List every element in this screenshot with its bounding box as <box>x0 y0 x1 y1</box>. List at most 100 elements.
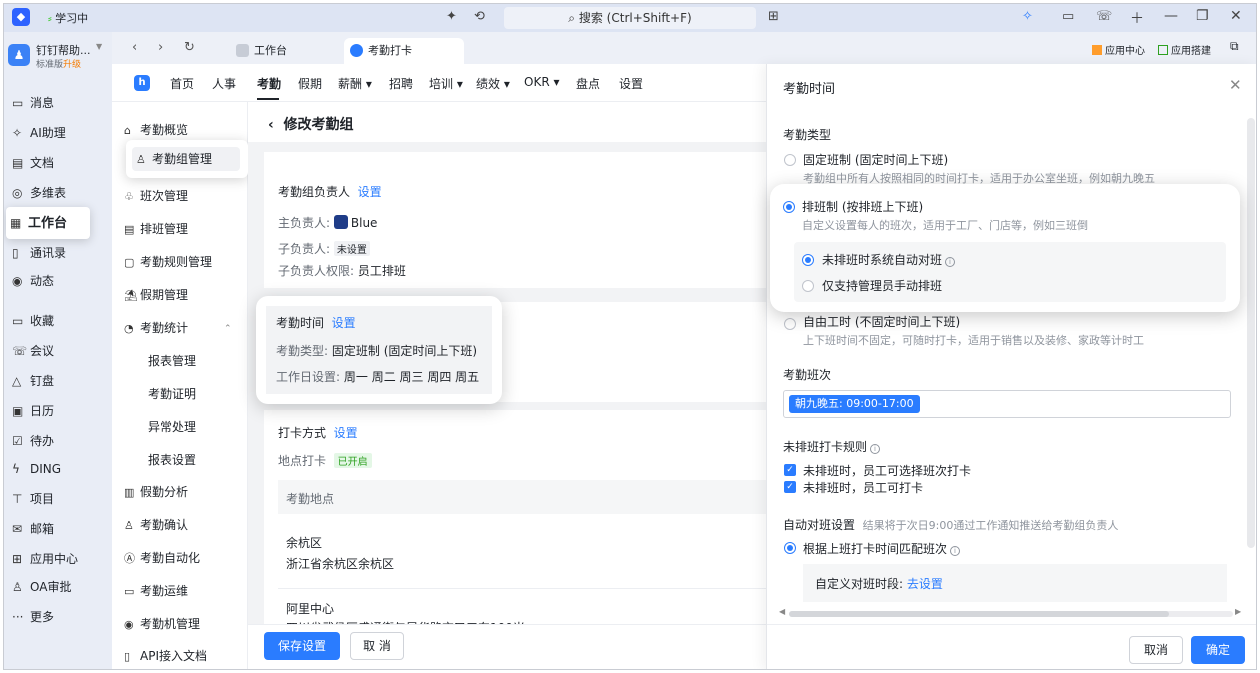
sidebar-item-favorite[interactable]: ▭ 收藏 <box>8 308 108 334</box>
left-sidebar: ♟ 钉钉帮助... ▼ 标准版升级 ▭ 消息 ✧ AI助理 ▤ 文档 ◎ 多维表 ▦ 工作台 ▯ 通讯… <box>4 32 112 669</box>
phone-icon[interactable]: ☏ <box>1096 9 1112 24</box>
submenu-item[interactable]: ▢ 考勤规则管理 <box>124 250 244 274</box>
module-tab[interactable]: 招聘 <box>389 75 413 92</box>
back-icon[interactable]: ‹ <box>132 40 137 55</box>
close-window-button[interactable]: ✕ <box>1230 8 1242 24</box>
dingtalk-logo-icon[interactable]: ◆ <box>12 8 30 26</box>
page-title[interactable]: ‹ 修改考勤组 <box>268 114 354 134</box>
drawer-scrollbar-horizontal[interactable]: ◀ ▶ <box>779 607 1243 618</box>
submenu-item[interactable]: ◉ 考勤机管理 <box>124 612 244 636</box>
close-icon[interactable]: ✕ <box>1229 76 1242 94</box>
app-center-link[interactable]: 应用中心 <box>1092 42 1145 57</box>
auto-shift-radio[interactable] <box>802 254 814 266</box>
sidebar-item-contacts[interactable]: ▯ 通讯录 <box>8 240 108 266</box>
sidebar-item-meeting[interactable]: ☏ 会议 <box>8 338 108 364</box>
sidebar-item-mail[interactable]: ✉ 邮箱 <box>8 516 108 542</box>
module-tab[interactable]: 考勤 <box>257 75 281 92</box>
drawer-confirm-button[interactable]: 确定 <box>1191 636 1245 664</box>
upgrade-link[interactable]: 升级 <box>63 60 81 70</box>
refresh-icon[interactable]: ↻ <box>184 40 195 55</box>
sidebar-item-activity[interactable]: ◉ 动态 <box>8 268 108 294</box>
sidebar-item-ding[interactable]: ϟ DING <box>8 456 108 482</box>
submenu-item[interactable]: ♧ 班次管理 <box>124 184 244 208</box>
submenu-item-label: 考勤证明 <box>148 387 197 401</box>
sidebar-item-project[interactable]: ⊤ 项目 <box>8 486 108 512</box>
module-tab[interactable]: 设置 <box>619 75 643 92</box>
module-tab[interactable]: 假期 <box>298 75 322 92</box>
scroll-right-icon[interactable]: ▶ <box>1235 607 1241 616</box>
org-switcher[interactable]: ♟ 钉钉帮助... ▼ 标准版升级 <box>8 42 108 72</box>
module-tab[interactable]: 首页 <box>170 75 194 92</box>
schedule-radio[interactable] <box>783 201 795 213</box>
sidebar-item-apps[interactable]: ⊞ 应用中心 <box>8 546 108 572</box>
owner-set-link[interactable]: 设置 <box>358 185 382 199</box>
shift-select[interactable]: 朝九晚五: 09:00-17:00 <box>783 390 1231 418</box>
sidebar-item-disk[interactable]: △ 钉盘 <box>8 368 108 394</box>
sidebar-item-message[interactable]: ▭ 消息 <box>8 90 108 116</box>
info-icon[interactable]: i <box>945 257 956 267</box>
screen-icon[interactable]: ▭ <box>1062 9 1074 24</box>
avatar <box>333 215 348 229</box>
info-icon[interactable]: i <box>870 444 881 454</box>
scroll-left-icon[interactable]: ◀ <box>779 607 785 616</box>
history-icon[interactable]: ⟲ <box>474 9 485 24</box>
submenu-item[interactable]: ♙ 考勤确认 <box>124 513 244 537</box>
match-radio[interactable] <box>784 542 796 554</box>
learning-status[interactable]: ⸗ 学习中 <box>48 10 88 26</box>
drawer-scrollbar-vertical[interactable] <box>1247 118 1255 548</box>
custom-period-link[interactable]: 去设置 <box>907 577 943 591</box>
disk-icon: △ <box>12 374 22 388</box>
punch-set-link[interactable]: 设置 <box>334 426 358 440</box>
save-button[interactable]: 保存设置 <box>264 632 340 660</box>
apps-grid-icon[interactable]: ⊞ <box>768 9 779 24</box>
sidebar-item-more[interactable]: ··· 更多 <box>8 604 108 630</box>
checkbox-allow-punch[interactable]: ✓ <box>784 481 796 493</box>
cancel-button[interactable]: 取 消 <box>350 632 404 660</box>
chevron-up-icon[interactable]: ⌃ <box>224 324 232 334</box>
submenu-item[interactable]: ♙ 考勤组管理 <box>126 140 248 178</box>
ai-assistant-icon[interactable]: ✧ <box>1022 9 1033 24</box>
auto-section-title: 自动对班设置 结果将于次日9:00通过工作通知推送给考勤组负责人 <box>783 518 1119 532</box>
submenu-item[interactable]: ▭ 考勤运维 <box>124 579 244 603</box>
add-button[interactable]: ＋ <box>1130 8 1144 28</box>
submenu-item[interactable]: ▥ 假勤分析 <box>124 480 244 504</box>
submenu-item[interactable]: ⛱ 假期管理 <box>124 283 244 307</box>
submenu-item[interactable]: ▯ API接入文档 <box>124 644 244 668</box>
chevron-down-icon: ▼ <box>96 42 103 51</box>
manual-shift-radio[interactable] <box>802 280 814 292</box>
module-tab[interactable]: 人事 <box>212 75 236 92</box>
module-tab[interactable]: OKR ▾ <box>524 75 560 89</box>
sidebar-item-calendar[interactable]: ▣ 日历 <box>8 398 108 424</box>
module-tab[interactable]: 绩效 ▾ <box>476 75 510 92</box>
sidebar-item-table[interactable]: ◎ 多维表 <box>8 180 108 206</box>
sidebar-item-oa[interactable]: ♙ OA审批 <box>8 574 108 600</box>
sidebar-item-grid[interactable]: ▦ 工作台 <box>6 207 90 239</box>
search-input[interactable]: ⌕ 搜索 (Ctrl+Shift+F) <box>504 7 756 29</box>
minimize-button[interactable]: — <box>1164 8 1178 24</box>
time-set-link[interactable]: 设置 <box>332 316 356 330</box>
app-build-link[interactable]: 应用搭建 <box>1158 42 1211 57</box>
fixed-radio[interactable] <box>784 154 796 166</box>
tab-workbench[interactable]: 工作台 <box>230 38 340 64</box>
ai-sparkle-icon[interactable]: ✦ <box>446 9 457 24</box>
module-tab[interactable]: 薪酬 ▾ <box>338 75 372 92</box>
module-tab[interactable]: 培训 ▾ <box>429 75 463 92</box>
window-restore-icon[interactable]: ⧉ <box>1230 39 1239 54</box>
free-radio[interactable] <box>784 318 796 330</box>
info-icon[interactable]: i <box>950 546 961 556</box>
submenu-item[interactable]: Ⓐ 考勤自动化 <box>124 546 244 570</box>
sidebar-item-ai[interactable]: ✧ AI助理 <box>8 120 108 146</box>
module-tab[interactable]: 盘点 <box>576 75 600 92</box>
apps-icon: ⊞ <box>12 552 23 566</box>
shift-chip[interactable]: 朝九晚五: 09:00-17:00 <box>789 395 920 413</box>
sidebar-item-doc[interactable]: ▤ 文档 <box>8 150 108 176</box>
forward-icon[interactable]: › <box>158 40 163 55</box>
submenu-item[interactable]: ⌂ 考勤概览 <box>124 118 244 142</box>
drawer-cancel-button[interactable]: 取消 <box>1129 636 1183 664</box>
tab-attendance[interactable]: 考勤打卡 <box>344 38 464 64</box>
checkbox-choose-shift[interactable]: ✓ <box>784 464 796 476</box>
maximize-button[interactable]: ❐ <box>1196 8 1209 24</box>
sidebar-item-label: 项目 <box>30 492 55 506</box>
submenu-item[interactable]: ▤ 排班管理 <box>124 217 244 241</box>
sidebar-item-todo[interactable]: ☑ 待办 <box>8 428 108 454</box>
